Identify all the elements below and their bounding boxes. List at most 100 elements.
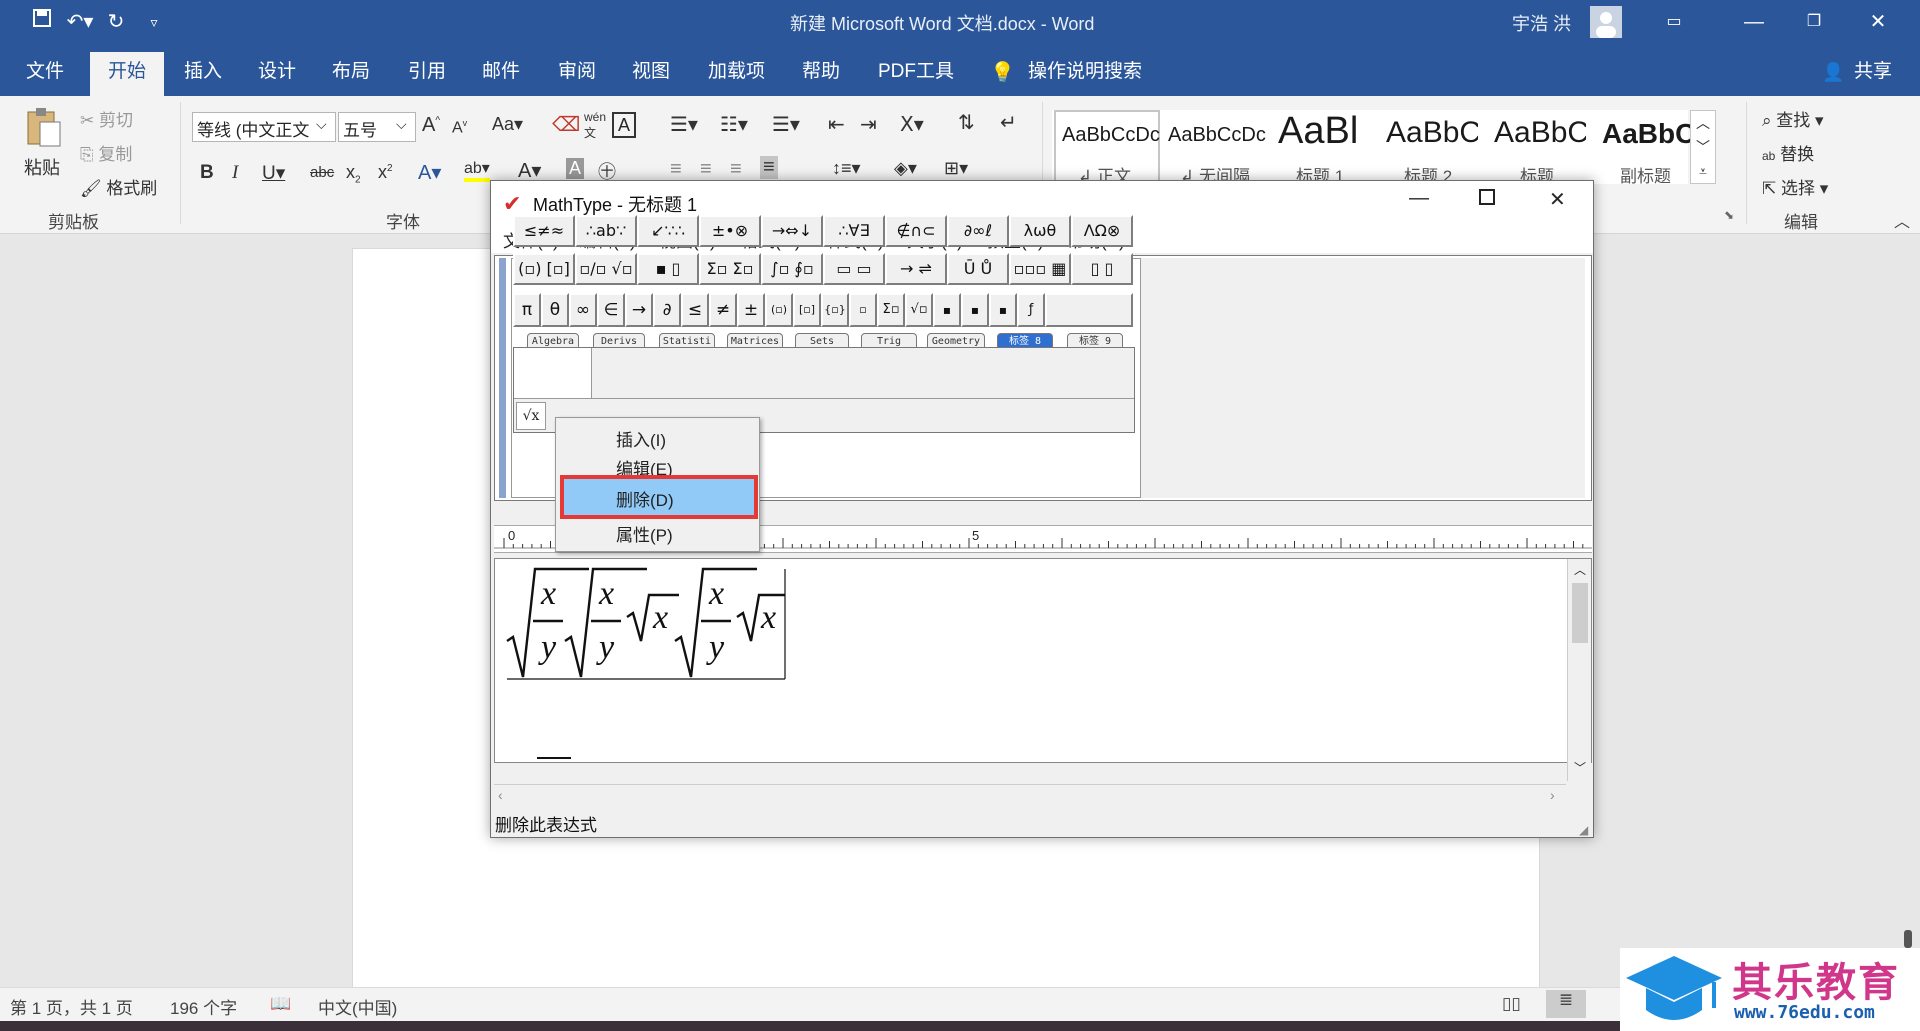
bullets-icon[interactable]: ☰▾ bbox=[670, 112, 698, 137]
palette-relations[interactable]: ≤≠≈ bbox=[513, 215, 575, 247]
tab-pdf[interactable]: PDF工具 bbox=[860, 52, 972, 96]
justify-icon[interactable]: ≡ bbox=[760, 156, 778, 179]
strikethrough-icon[interactable]: abc bbox=[310, 164, 334, 181]
sym-brackets[interactable]: [▫] bbox=[793, 293, 821, 327]
decrease-indent-icon[interactable]: ⇤ bbox=[828, 112, 845, 137]
equation-edit-area[interactable]: x y x y x x y x ︿ ﹀ bbox=[494, 558, 1592, 781]
paste-icon[interactable] bbox=[26, 106, 62, 148]
tab-insert[interactable]: 插入 bbox=[166, 52, 240, 96]
tab-review[interactable]: 审阅 bbox=[540, 52, 614, 96]
tab-help[interactable]: 帮助 bbox=[784, 52, 858, 96]
sym-parens[interactable]: (▫) bbox=[765, 293, 793, 327]
palette-embellishments[interactable]: ↙∵∴ bbox=[637, 215, 699, 247]
sym-pi[interactable]: π bbox=[513, 293, 541, 327]
minimize-icon[interactable]: — bbox=[1740, 8, 1768, 36]
template-sqrt-x[interactable]: √x bbox=[516, 402, 546, 430]
palette-labeled-arrows[interactable]: → ⇌ bbox=[885, 253, 947, 285]
ctx-properties[interactable]: 属性(P) bbox=[616, 521, 673, 546]
scroll-left-icon[interactable]: ‹ bbox=[498, 787, 503, 803]
palette-sums[interactable]: Σ▫ Σ▫ bbox=[699, 253, 761, 285]
tab-layout[interactable]: 布局 bbox=[314, 52, 388, 96]
read-mode-icon[interactable]: ▯▯ bbox=[1502, 994, 1521, 1014]
multilevel-list-icon[interactable]: ☰▾ bbox=[772, 112, 800, 137]
grow-font-icon[interactable]: A^ bbox=[422, 114, 440, 137]
tab-file[interactable]: 文件 bbox=[8, 52, 82, 96]
phonetic-guide-icon[interactable]: wén 文 bbox=[584, 110, 606, 141]
styles-scroll[interactable]: ︿ ﹀ ⩡ bbox=[1690, 110, 1716, 184]
collapse-ribbon-icon[interactable]: ︿ bbox=[1894, 208, 1910, 232]
superscript-icon[interactable]: x2 bbox=[378, 162, 393, 183]
palette-operators[interactable]: ±•⊗ bbox=[699, 215, 761, 247]
sym-fraction[interactable]: ▫ bbox=[849, 293, 877, 327]
style-title-preview[interactable]: AaBbC bbox=[1494, 116, 1586, 150]
resize-grip-icon[interactable]: ◢ bbox=[1579, 823, 1588, 837]
underline-icon[interactable]: U▾ bbox=[262, 162, 285, 185]
style-nospacing-preview[interactable]: AaBbCcDc bbox=[1168, 124, 1266, 147]
paste-label[interactable]: 粘贴 bbox=[24, 154, 60, 180]
char-border-icon[interactable]: A bbox=[612, 112, 636, 138]
restore-icon[interactable]: ❐ bbox=[1800, 8, 1828, 36]
chinese-layout-icon[interactable]: Ⅹ▾ bbox=[900, 112, 924, 137]
sym-infinity[interactable]: ∞ bbox=[569, 293, 597, 327]
palette-fractions[interactable]: ▫/▫ √▫ bbox=[575, 253, 637, 285]
shading-icon[interactable]: ◈▾ bbox=[894, 158, 917, 179]
sym-sum[interactable]: Σ▫ bbox=[877, 293, 905, 327]
tab-references[interactable]: 引用 bbox=[390, 52, 464, 96]
proofing-icon[interactable]: 📖 bbox=[270, 994, 291, 1014]
page-count[interactable]: 第 1 页，共 1 页 bbox=[10, 994, 133, 1019]
close-icon[interactable]: ✕ bbox=[1864, 8, 1892, 36]
palette-integrals[interactable]: ∫▫ ∮▫ bbox=[761, 253, 823, 285]
palette-spaces[interactable]: ∴ab∵ bbox=[575, 215, 637, 247]
undo-icon[interactable]: ↶▾ bbox=[62, 8, 98, 36]
tab-addins[interactable]: 加载项 bbox=[690, 52, 783, 96]
scroll-right-icon[interactable]: › bbox=[1550, 787, 1555, 803]
cut-button[interactable]: ✂ 剪切 bbox=[80, 106, 133, 131]
scroll-thumb[interactable] bbox=[1572, 583, 1588, 643]
sym-plusminus[interactable]: ± bbox=[737, 293, 765, 327]
sym-element[interactable]: ∈ bbox=[597, 293, 625, 327]
line-spacing-icon[interactable]: ↕≡▾ bbox=[832, 158, 861, 179]
style-subtitle-preview[interactable]: AaBbC bbox=[1602, 118, 1694, 150]
sym-arrow[interactable]: → bbox=[625, 293, 653, 327]
change-case-button[interactable]: Aa▾ bbox=[492, 114, 523, 135]
scroll-up-icon[interactable]: ︿ bbox=[1574, 561, 1586, 578]
palette-arrows[interactable]: →⇔↓ bbox=[761, 215, 823, 247]
sym-leq[interactable]: ≤ bbox=[681, 293, 709, 327]
style-normal-preview[interactable]: AaBbCcDc bbox=[1062, 124, 1160, 147]
mt-maximize-icon[interactable] bbox=[1479, 189, 1495, 205]
sym-subsup[interactable]: ▪ bbox=[989, 293, 1017, 327]
sym-superscript[interactable]: ▪ bbox=[933, 293, 961, 327]
show-marks-icon[interactable]: ↵ bbox=[1000, 110, 1017, 135]
text-effects-icon[interactable]: A▾ bbox=[418, 160, 441, 185]
borders-icon[interactable]: ⊞▾ bbox=[944, 158, 968, 179]
align-right-icon[interactable]: ≡ bbox=[730, 158, 742, 181]
sym-empty-slot[interactable] bbox=[1045, 293, 1133, 327]
palette-products[interactable]: Ū Ů bbox=[947, 253, 1009, 285]
print-layout-icon[interactable]: ≣ bbox=[1546, 990, 1586, 1018]
subscript-icon[interactable]: x2 bbox=[346, 162, 361, 186]
clear-format-icon[interactable]: ⌫ bbox=[552, 112, 580, 137]
ctx-delete[interactable]: 删除(D) bbox=[616, 486, 674, 511]
char-shading-icon[interactable]: A bbox=[566, 158, 585, 179]
template-slot-1[interactable] bbox=[514, 348, 592, 398]
ribbon-display-icon[interactable]: ▭ bbox=[1660, 8, 1688, 36]
redo-icon[interactable]: ↻ bbox=[102, 8, 130, 36]
sym-sqrt[interactable]: √▫ bbox=[905, 293, 933, 327]
scroll-down-icon[interactable]: ﹀ bbox=[1574, 759, 1586, 776]
share-button[interactable]: 共享 bbox=[1836, 52, 1910, 96]
ctx-insert[interactable]: 插入(I) bbox=[616, 426, 666, 451]
shrink-font-icon[interactable]: Av bbox=[452, 118, 467, 137]
language[interactable]: 中文(中国) bbox=[318, 994, 397, 1019]
copy-button[interactable]: ⎘ 复制 bbox=[80, 140, 132, 165]
sort-icon[interactable]: ⇅ bbox=[958, 110, 975, 135]
palette-boxes[interactable]: ▯ ▯ bbox=[1071, 253, 1133, 285]
scrollbar-thumb[interactable] bbox=[1904, 930, 1912, 948]
save-icon[interactable] bbox=[28, 8, 56, 36]
mt-close-icon[interactable]: ✕ bbox=[1549, 187, 1566, 212]
chevron-down-icon[interactable]: ⌵ bbox=[316, 116, 327, 133]
tab-mailings[interactable]: 邮件 bbox=[464, 52, 538, 96]
toolbar-grip[interactable] bbox=[499, 258, 506, 498]
palette-greek-upper[interactable]: ΛΩ⊗ bbox=[1071, 215, 1133, 247]
bold-icon[interactable]: B bbox=[200, 162, 214, 184]
sym-theta[interactable]: θ bbox=[541, 293, 569, 327]
